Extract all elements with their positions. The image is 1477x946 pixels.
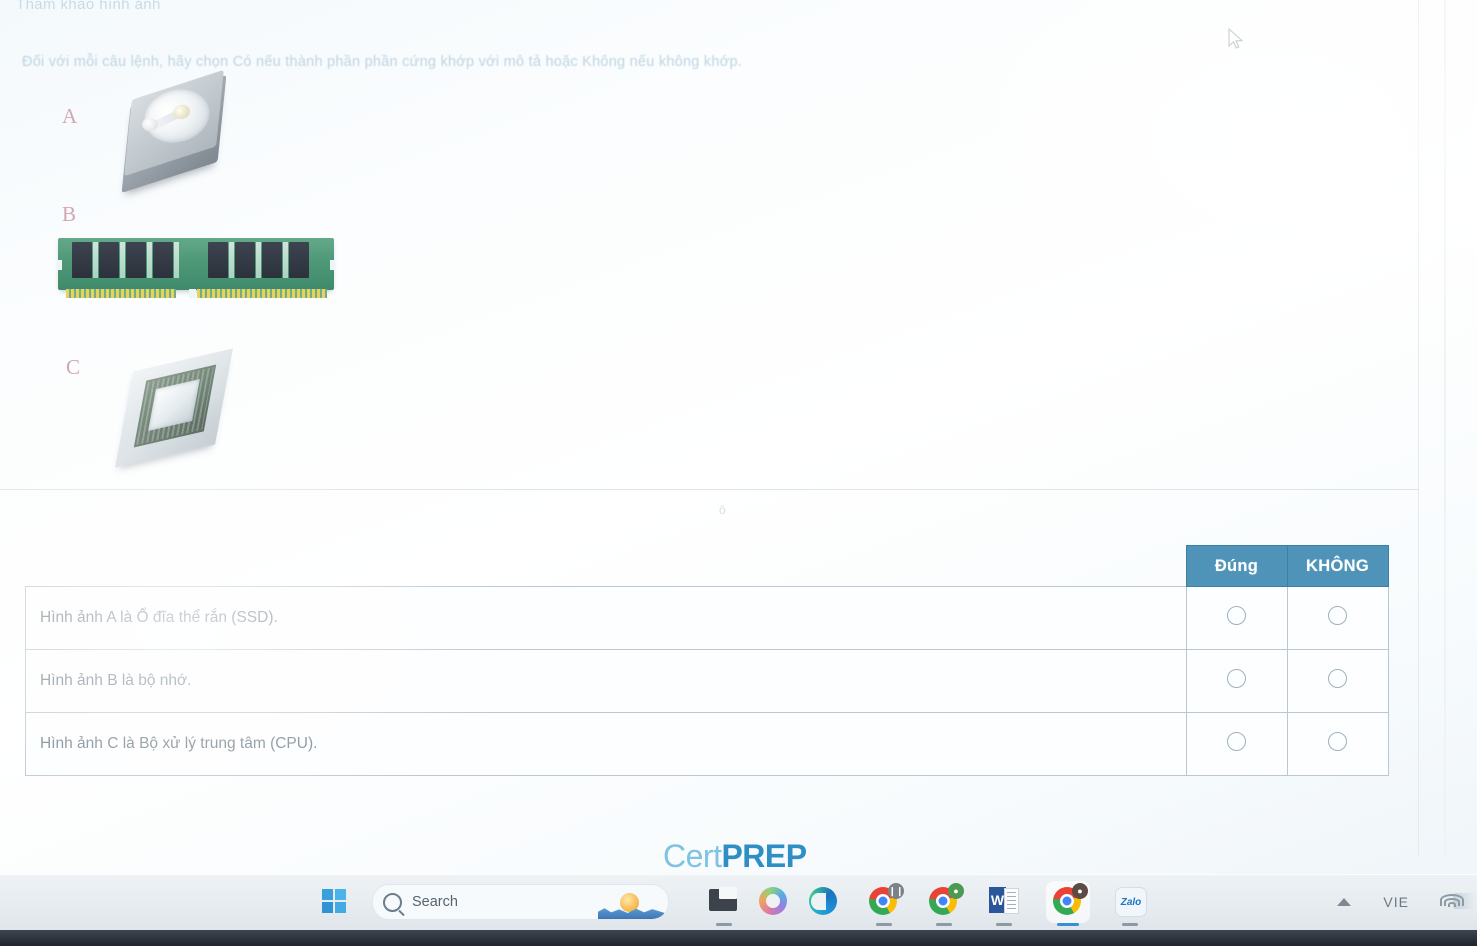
radio-cell-a-dung[interactable] — [1185, 586, 1288, 650]
search-input[interactable]: Search — [372, 884, 669, 920]
statement-text-a: Hình ảnh A là Ổ đĩa thể rắn (SSD). — [25, 586, 1187, 650]
radio-b-khong[interactable] — [1328, 669, 1347, 688]
avatar-badge-icon: ● — [1072, 883, 1088, 899]
table-row: Hình ảnh A là Ổ đĩa thể rắn (SSD). — [25, 586, 1389, 650]
radio-c-dung[interactable] — [1227, 732, 1246, 751]
windows-taskbar: Search ❙❙ ● W ● Zalo VIE — [0, 874, 1477, 930]
image-label-c: C — [66, 355, 81, 379]
scrollbar-track[interactable] — [1444, 0, 1446, 855]
dung-column-header: Đúng — [1185, 545, 1288, 587]
radio-cell-b-dung[interactable] — [1185, 649, 1288, 713]
image-label-a: A — [62, 104, 78, 128]
radio-cell-b-khong[interactable] — [1286, 649, 1389, 713]
copilot-icon[interactable] — [759, 887, 789, 917]
person-badge-icon: ● — [948, 883, 964, 899]
radio-cell-c-khong[interactable] — [1286, 712, 1389, 776]
chrome-icon-2[interactable]: ● — [929, 883, 964, 926]
table-header-row: Đúng KHÔNG — [26, 545, 1389, 587]
certprep-logo: CertPREP — [663, 838, 807, 875]
system-tray: VIE — [1337, 874, 1464, 930]
certprep-prefix: Cert — [663, 838, 722, 874]
radio-cell-c-dung[interactable] — [1185, 712, 1288, 776]
search-icon — [383, 892, 402, 912]
start-button-icon[interactable] — [322, 889, 348, 915]
radio-cell-a-khong[interactable] — [1286, 586, 1389, 650]
quiz-heading: Tham khảo hình ảnh — [16, 0, 161, 13]
screen-edge-artifact — [1453, 893, 1475, 909]
statement-column-header — [26, 546, 1187, 587]
language-indicator[interactable]: VIE — [1383, 894, 1409, 910]
radio-a-dung[interactable] — [1227, 606, 1246, 625]
word-icon[interactable]: W — [989, 887, 1019, 926]
answer-table-wrapper: Đúng KHÔNG Hình ảnh A là Ổ đĩa thể rắn (… — [25, 545, 1389, 776]
mouse-cursor — [1228, 28, 1244, 49]
ram-memory-module-image — [58, 238, 334, 298]
zalo-icon[interactable]: Zalo — [1115, 887, 1147, 926]
answer-table: Đúng KHÔNG Hình ảnh A là Ổ đĩa thể rắn (… — [25, 545, 1389, 776]
quiz-content-area: Tham khảo hình ảnh Đối với mỗi câu lệnh,… — [0, 0, 1446, 874]
zalo-label: Zalo — [1120, 896, 1142, 908]
section-divider — [0, 489, 1418, 490]
statement-text-c: Hình ảnh C là Bộ xử lý trung tâm (CPU). — [25, 712, 1187, 776]
table-row: Hình ảnh B là bộ nhớ. — [25, 649, 1389, 713]
table-row: Hình ảnh C là Bộ xử lý trung tâm (CPU). — [25, 712, 1389, 776]
file-explorer-icon[interactable] — [709, 887, 739, 926]
monitor-bezel — [0, 930, 1477, 946]
radio-c-khong[interactable] — [1328, 732, 1347, 751]
chevron-up-icon[interactable] — [1337, 898, 1352, 906]
pause-badge-icon: ❙❙ — [888, 883, 904, 899]
certprep-suffix: PREP — [721, 838, 807, 874]
radio-a-khong[interactable] — [1328, 606, 1347, 625]
cpu-processor-image — [115, 348, 242, 468]
stray-mark: ô — [719, 503, 726, 517]
hard-disk-drive-image — [118, 69, 230, 194]
quiz-instruction: Đối với mỗi câu lệnh, hãy chọn Có nếu th… — [22, 54, 743, 70]
monitor-screen: Tham khảo hình ảnh Đối với mỗi câu lệnh,… — [0, 0, 1477, 946]
page-right-edge — [1418, 0, 1419, 855]
search-placeholder: Search — [412, 894, 458, 910]
radio-b-dung[interactable] — [1227, 669, 1246, 688]
image-label-b: B — [62, 202, 77, 226]
edge-icon[interactable] — [809, 887, 839, 917]
search-landscape-icon — [598, 893, 664, 919]
statement-text-b: Hình ảnh B là bộ nhớ. — [25, 649, 1187, 713]
chrome-icon-1[interactable]: ❙❙ — [869, 883, 904, 926]
chrome-icon-3[interactable]: ● — [1046, 881, 1090, 926]
khong-column-header: KHÔNG — [1286, 545, 1389, 587]
